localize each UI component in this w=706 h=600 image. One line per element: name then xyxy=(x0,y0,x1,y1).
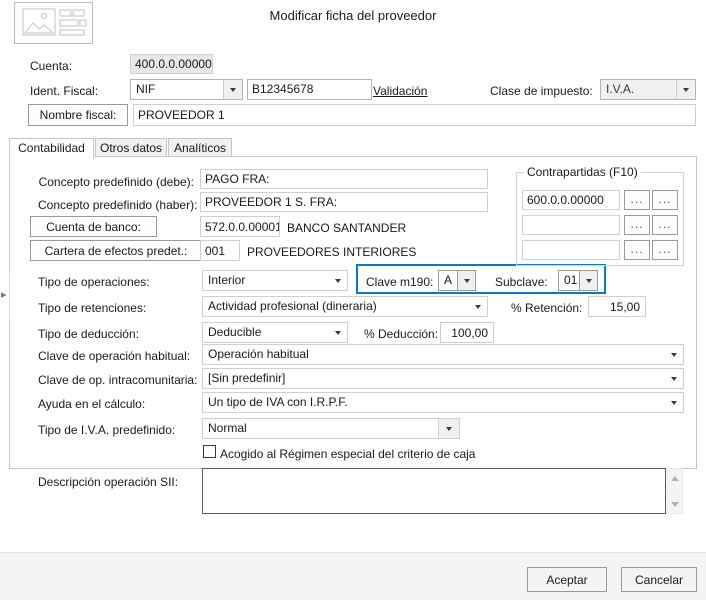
pct-deduccion-label: % Deducción: xyxy=(364,327,439,341)
chevron-down-icon[interactable] xyxy=(665,393,683,412)
concepto-debe-input[interactable]: PAGO FRA: xyxy=(200,169,488,189)
chevron-down-icon[interactable] xyxy=(438,419,459,438)
dialog-footer: Aceptar Cancelar xyxy=(0,552,706,600)
tab-otros-datos[interactable]: Otros datos xyxy=(95,138,167,157)
pct-retencion-input[interactable]: 15,00 xyxy=(588,296,646,317)
expand-chevron-right-icon[interactable]: ▸ xyxy=(1,289,9,301)
clave-m190-value: A xyxy=(444,273,453,287)
ident-fiscal-label: Ident. Fiscal: xyxy=(30,84,99,98)
nombre-fiscal-input[interactable]: PROVEEDOR 1 xyxy=(133,104,696,126)
chevron-down-icon[interactable] xyxy=(329,271,347,290)
tab-strip: Contabilidad Otros datos Analíticos xyxy=(9,138,697,159)
panel-divider xyxy=(9,270,10,320)
tipo-iva-label: Tipo de I.V.A. predefinido: xyxy=(38,423,176,437)
tipo-deduccion-select[interactable]: Deducible xyxy=(202,322,348,343)
chevron-down-icon[interactable] xyxy=(469,297,487,316)
clave-op-habitual-select[interactable]: Operación habitual xyxy=(202,344,684,365)
pct-retencion-label: % Retención: xyxy=(511,301,583,315)
contrapartida-input-1[interactable]: 600.0.0.00000 xyxy=(522,190,620,210)
contrapartidas-title: Contrapartidas (F10) xyxy=(524,166,641,179)
concepto-haber-input[interactable]: PROVEEDOR 1 S. FRA: xyxy=(200,192,488,212)
clase-impuesto-select[interactable]: I.V.A. xyxy=(600,79,696,100)
dialog-title: Modificar ficha del proveedor xyxy=(269,8,437,23)
chevron-down-icon[interactable] xyxy=(665,345,683,364)
scroll-up-icon[interactable] xyxy=(666,470,683,487)
cuenta-banco-code-input[interactable]: 572.0.0.00001 xyxy=(200,216,280,237)
contrapartida-browse-1b[interactable]: ... xyxy=(652,190,678,210)
ayuda-calculo-value: Un tipo de IVA con I.R.P.F. xyxy=(208,395,348,409)
tipo-iva-select[interactable]: Normal xyxy=(202,418,460,439)
clave-op-habitual-label: Clave de operación habitual: xyxy=(38,349,191,363)
chevron-down-icon[interactable] xyxy=(665,369,683,388)
contrapartida-browse-2a[interactable]: ... xyxy=(624,215,650,235)
tipo-operaciones-label: Tipo de operaciones: xyxy=(38,275,150,289)
contrapartida-browse-3b[interactable]: ... xyxy=(652,240,678,260)
tipo-operaciones-select[interactable]: Interior xyxy=(202,270,348,291)
accept-button[interactable]: Aceptar xyxy=(527,567,607,592)
descripcion-sii-textarea[interactable] xyxy=(202,468,666,514)
clave-op-intra-label: Clave de op. intracomunitaria: xyxy=(38,373,198,387)
cuenta-value: 400.0.0.00000 xyxy=(130,54,213,74)
clave-op-intra-value: [Sin predefinir] xyxy=(208,371,286,385)
chevron-down-icon[interactable] xyxy=(457,271,475,290)
tipo-iva-value: Normal xyxy=(208,421,247,435)
descripcion-sii-label: Descripción operación SII: xyxy=(38,475,179,489)
cuenta-banco-button[interactable]: Cuenta de banco: xyxy=(30,216,157,237)
clase-impuesto-label: Clase de impuesto: xyxy=(490,84,593,98)
clave-op-intra-select[interactable]: [Sin predefinir] xyxy=(202,368,684,389)
contrapartida-browse-2b[interactable]: ... xyxy=(652,215,678,235)
criterio-caja-label: Acogido al Régimen especial del criterio… xyxy=(220,447,476,461)
scroll-down-icon[interactable] xyxy=(666,495,683,512)
ident-fiscal-type-select[interactable]: NIF xyxy=(130,79,243,100)
ayuda-calculo-label: Ayuda en el cálculo: xyxy=(38,397,146,411)
subclave-label: Subclave: xyxy=(495,275,548,289)
cuenta-label: Cuenta: xyxy=(30,59,73,73)
chevron-down-icon[interactable] xyxy=(223,80,242,99)
descripcion-sii-scrollbar[interactable] xyxy=(666,468,683,514)
criterio-caja-checkbox[interactable] xyxy=(203,445,216,458)
tipo-retenciones-value: Actividad profesional (dineraria) xyxy=(208,299,377,313)
cartera-efectos-code-input[interactable]: 001 xyxy=(200,240,240,261)
contrapartida-browse-1a[interactable]: ... xyxy=(624,190,650,210)
tipo-operaciones-value: Interior xyxy=(208,273,246,287)
concepto-debe-label: Concepto predefinido (debe): xyxy=(38,175,194,189)
validacion-link[interactable]: Validación xyxy=(373,84,427,98)
pct-deduccion-input[interactable]: 100,00 xyxy=(440,322,494,343)
chevron-down-icon[interactable] xyxy=(579,271,597,290)
contrapartida-input-3[interactable] xyxy=(522,240,620,260)
dialog-window: Modificar ficha del proveedor Cuenta: 40… xyxy=(0,0,706,600)
concepto-haber-label: Concepto predefinido (haber): xyxy=(38,198,198,212)
cartera-efectos-name: PROVEEDORES INTERIORES xyxy=(247,245,417,259)
clave-m190-select[interactable]: A xyxy=(438,270,476,291)
contrapartida-input-2[interactable] xyxy=(522,215,620,235)
contrapartida-browse-3a[interactable]: ... xyxy=(624,240,650,260)
subclave-select[interactable]: 01 xyxy=(558,270,598,291)
subclave-value: 01 xyxy=(564,273,578,287)
tipo-deduccion-label: Tipo de deducción: xyxy=(38,327,139,341)
tab-contabilidad[interactable]: Contabilidad xyxy=(9,138,94,159)
ident-fiscal-type-value: NIF xyxy=(136,82,156,96)
clase-impuesto-value: I.V.A. xyxy=(606,82,635,96)
tab-analiticos[interactable]: Analíticos xyxy=(168,138,232,157)
cuenta-banco-name: BANCO SANTANDER xyxy=(287,221,407,235)
cancel-button[interactable]: Cancelar xyxy=(621,567,697,592)
ayuda-calculo-select[interactable]: Un tipo de IVA con I.R.P.F. xyxy=(202,392,684,413)
nombre-fiscal-button[interactable]: Nombre fiscal: xyxy=(28,104,128,126)
ident-fiscal-number-input[interactable]: B12345678 xyxy=(247,79,372,100)
clave-m190-label: Clave m190: xyxy=(366,275,434,289)
tipo-retenciones-select[interactable]: Actividad profesional (dineraria) xyxy=(202,296,488,317)
chevron-down-icon[interactable] xyxy=(676,80,695,99)
chevron-down-icon[interactable] xyxy=(329,323,347,342)
tipo-deduccion-value: Deducible xyxy=(208,325,262,339)
tipo-retenciones-label: Tipo de retenciones: xyxy=(38,301,147,315)
cartera-efectos-button[interactable]: Cartera de efectos predet.: xyxy=(30,240,202,261)
clave-op-habitual-value: Operación habitual xyxy=(208,347,309,361)
